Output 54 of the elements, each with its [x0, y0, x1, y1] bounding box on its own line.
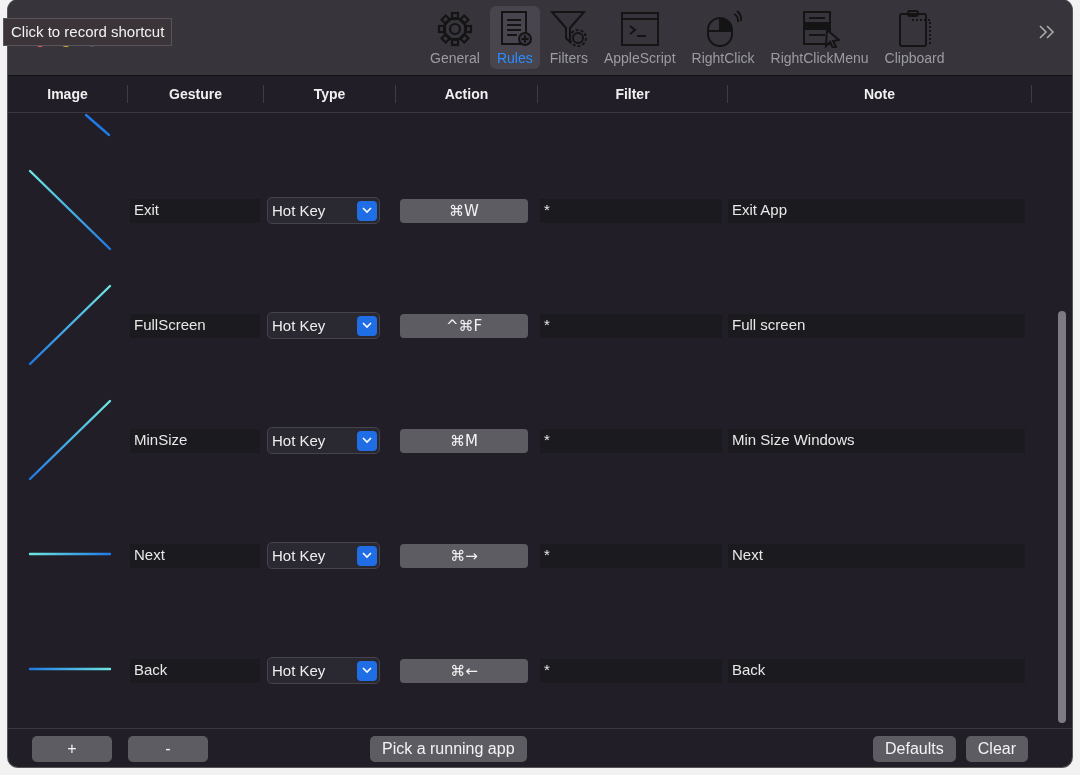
- gesture-field[interactable]: MinSize: [130, 428, 260, 453]
- filter-field[interactable]: *: [540, 428, 722, 453]
- chevron-down-icon: [357, 200, 377, 221]
- chevron-down-icon: [357, 660, 377, 681]
- type-dropdown[interactable]: Hot Key: [267, 197, 380, 224]
- tooltip: Click to record shortcut: [3, 18, 173, 46]
- filter-field[interactable]: *: [540, 198, 722, 223]
- gesture-field[interactable]: Next: [130, 543, 260, 568]
- column-header[interactable]: Gesture: [128, 85, 264, 103]
- type-dropdown[interactable]: Hot Key: [267, 542, 380, 569]
- toolbar-tab[interactable]: General: [424, 6, 486, 69]
- funnel-gear-icon: [549, 10, 588, 48]
- filter-field[interactable]: *: [540, 313, 722, 338]
- footer-button[interactable]: -: [128, 736, 208, 762]
- mouse-icon: [704, 10, 743, 48]
- toolbar-tab[interactable]: RightClickMenu: [764, 6, 875, 69]
- shortcut-button[interactable]: ⌘←: [400, 658, 528, 683]
- type-dropdown[interactable]: Hot Key: [267, 312, 380, 339]
- footer-button[interactable]: Clear: [965, 736, 1028, 762]
- toolbar-tab[interactable]: Clipboard: [878, 6, 951, 69]
- chevron-down-icon: [357, 430, 377, 451]
- shortcut-button[interactable]: ^⌘F: [400, 313, 528, 338]
- toolbar-tab[interactable]: RightClick: [685, 6, 761, 69]
- toolbar-tab[interactable]: Filters: [543, 6, 594, 69]
- column-header[interactable]: Filter: [538, 85, 728, 103]
- chevrons-icon[interactable]: [1038, 24, 1056, 40]
- shortcut-button[interactable]: ⌘→: [400, 543, 528, 568]
- chevron-down-icon: [357, 545, 377, 566]
- note-field[interactable]: Next: [728, 543, 1025, 568]
- shortcut-button[interactable]: ⌘M: [400, 428, 528, 453]
- pick-app-button[interactable]: Pick a running app: [370, 736, 527, 762]
- footer-button[interactable]: +: [32, 736, 112, 762]
- footer-button[interactable]: Defaults: [873, 736, 956, 762]
- chevron-down-icon: [357, 315, 377, 336]
- type-dropdown[interactable]: Hot Key: [267, 427, 380, 454]
- column-header[interactable]: Type: [264, 85, 396, 103]
- shortcut-button[interactable]: ⌘W: [400, 198, 528, 223]
- note-field[interactable]: Full screen: [728, 313, 1025, 338]
- filter-field[interactable]: *: [540, 658, 722, 683]
- gesture-field[interactable]: FullScreen: [130, 313, 260, 338]
- toolbar-tab[interactable]: AppleScript: [597, 6, 682, 69]
- gear-icon: [435, 10, 474, 48]
- column-header[interactable]: Image: [8, 85, 128, 103]
- column-header[interactable]: Note: [728, 85, 1032, 103]
- note-field[interactable]: Exit App: [728, 198, 1025, 223]
- type-dropdown[interactable]: Hot Key: [267, 657, 380, 684]
- filter-field[interactable]: *: [540, 543, 722, 568]
- column-header[interactable]: Action: [396, 85, 538, 103]
- gesture-field[interactable]: Back: [130, 658, 260, 683]
- gesture-field[interactable]: Exit: [130, 198, 260, 223]
- terminal-icon: [619, 10, 660, 48]
- note-field[interactable]: Back: [728, 658, 1025, 683]
- note-field[interactable]: Min Size Windows: [728, 428, 1025, 453]
- gesture-stroke: [84, 113, 111, 137]
